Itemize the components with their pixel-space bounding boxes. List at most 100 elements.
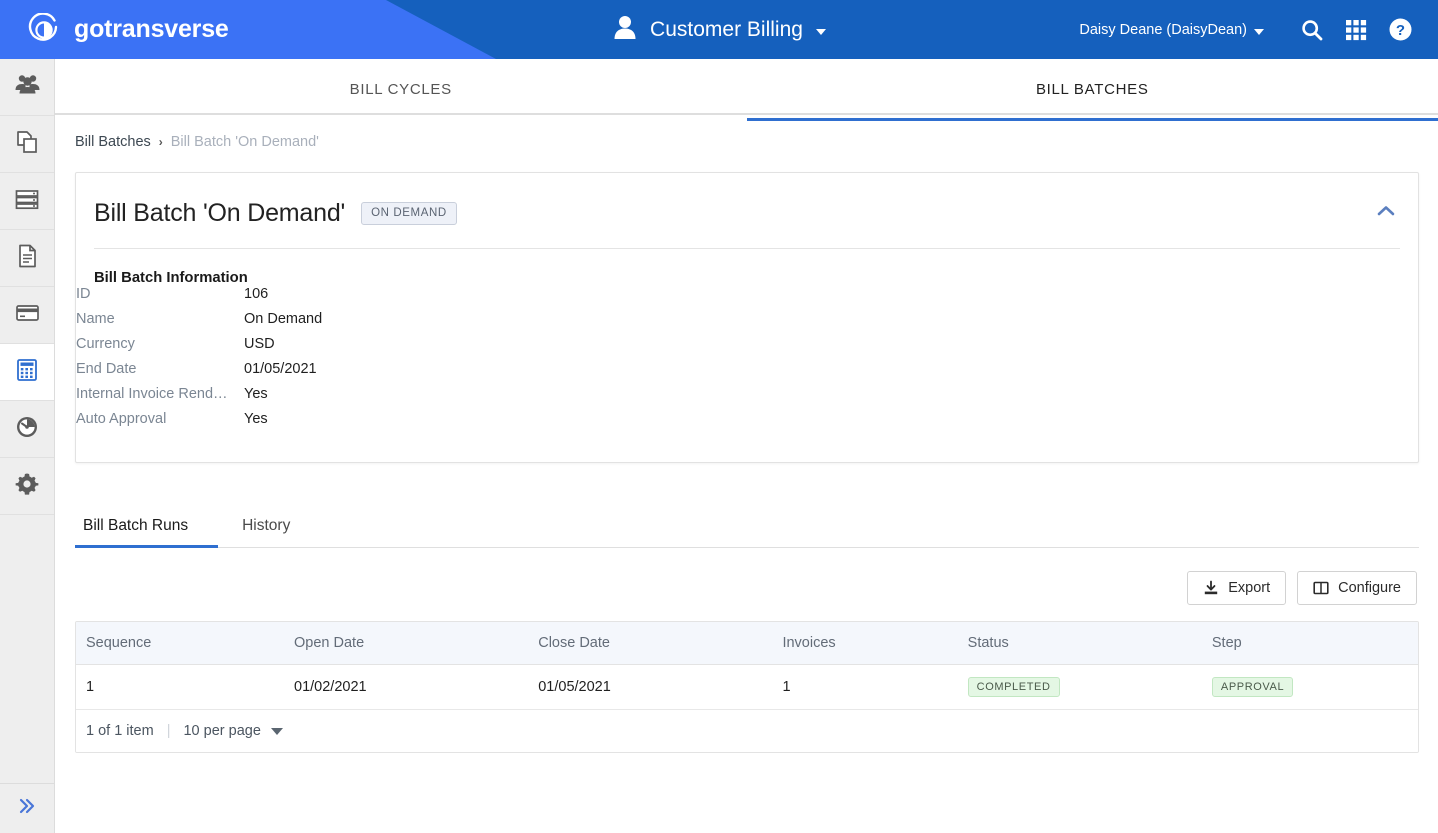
sidebar-expand-button[interactable]	[0, 783, 54, 833]
column-header-invoices[interactable]: Invoices	[772, 622, 958, 665]
column-header-close-date[interactable]: Close Date	[528, 622, 773, 665]
credit-card-icon	[14, 299, 41, 331]
bill-batch-information-fields: ID 106 Name On Demand Currency USD End D…	[76, 286, 322, 436]
pager-count-label: 1 of 1 item	[86, 723, 154, 739]
grid-apps-icon	[1344, 18, 1368, 42]
customer-billing-menu[interactable]: Customer Billing	[612, 13, 826, 46]
download-icon	[1203, 580, 1219, 596]
section-title-bill-batch-information: Bill Batch Information	[94, 270, 248, 286]
cell-close-date: 01/05/2021	[528, 664, 773, 710]
chevron-double-right-icon	[16, 795, 38, 822]
help-button[interactable]: ?	[1378, 8, 1422, 52]
column-header-step[interactable]: Step	[1201, 622, 1418, 665]
field-label-id: ID	[76, 286, 91, 302]
cell-open-date: 01/02/2021	[284, 664, 529, 710]
main-content: BILL CYCLES BILL BATCHES Bill Batches › …	[55, 59, 1438, 833]
field-row: ID 106	[76, 286, 322, 311]
configure-button-label: Configure	[1338, 580, 1401, 596]
sidebar-item-reports[interactable]	[0, 401, 54, 458]
cell-step: APPROVAL	[1201, 664, 1418, 710]
app-header: gotransverse Customer Billing Daisy Dean…	[0, 0, 1438, 59]
sidebar-item-accounts[interactable]	[0, 173, 54, 230]
field-row: Name On Demand	[76, 311, 322, 336]
search-icon	[1300, 18, 1324, 42]
svg-text:?: ?	[1395, 22, 1404, 39]
cell-status: COMPLETED	[957, 664, 1202, 710]
sidebar-item-settings[interactable]	[0, 458, 54, 515]
pager-divider: |	[166, 723, 171, 739]
copy-documents-icon	[14, 129, 40, 160]
users-group-icon	[14, 71, 41, 103]
breadcrumb-current: Bill Batch 'On Demand'	[170, 134, 319, 150]
page-size-label: 10 per page	[183, 723, 261, 739]
status-badge-completed: COMPLETED	[967, 677, 1060, 697]
field-label-currency: Currency	[76, 336, 135, 352]
page-size-select[interactable]: 10 per page	[183, 723, 283, 739]
field-value-internal-invoice-rendering: Yes	[244, 386, 268, 402]
tab-bill-batches[interactable]: BILL BATCHES	[746, 62, 1438, 121]
card-header: Bill Batch 'On Demand' ON DEMAND	[76, 173, 1418, 228]
field-value-end-date: 01/05/2021	[244, 361, 317, 377]
column-header-sequence[interactable]: Sequence	[76, 622, 284, 665]
grid-pager: 1 of 1 item | 10 per page	[76, 710, 1418, 752]
bill-batch-detail-card: Bill Batch 'On Demand' ON DEMAND Bill Ba…	[75, 172, 1419, 463]
field-row: Auto Approval Yes	[76, 411, 322, 436]
help-circle-icon: ?	[1388, 17, 1413, 42]
step-badge-approval: APPROVAL	[1211, 677, 1294, 697]
tab-bill-batch-runs[interactable]: Bill Batch Runs	[75, 507, 219, 548]
columns-layout-icon	[1313, 580, 1329, 596]
circle-swirl-logo-icon	[27, 12, 61, 47]
gear-settings-icon	[14, 471, 40, 502]
field-label-internal-invoice-rendering: Internal Invoice Rend…	[76, 386, 228, 402]
export-button-label: Export	[1228, 580, 1271, 596]
field-row: End Date 01/05/2021	[76, 361, 322, 386]
sidebar-item-billing[interactable]	[0, 344, 54, 401]
brand-name: gotransverse	[74, 15, 229, 43]
sidebar-item-payments[interactable]	[0, 287, 54, 344]
page-title: Bill Batch 'On Demand'	[94, 199, 346, 227]
field-value-id: 106	[244, 286, 269, 302]
sidebar-item-invoices[interactable]	[0, 230, 54, 287]
tab-history[interactable]: History	[218, 507, 314, 547]
runs-table: Sequence Open Date Close Date Invoices S…	[76, 622, 1418, 710]
field-value-currency: USD	[244, 336, 275, 352]
card-collapse-button[interactable]	[1372, 199, 1400, 227]
sidebar-item-products[interactable]	[0, 116, 54, 173]
tab-bill-cycles[interactable]: BILL CYCLES	[55, 62, 747, 116]
status-badge-on-demand: ON DEMAND	[361, 202, 457, 225]
table-header-row: Sequence Open Date Close Date Invoices S…	[76, 622, 1418, 665]
grid-toolbar: Export Configure	[55, 571, 1417, 605]
table-row[interactable]: 1 01/02/2021 01/05/2021 1 COMPLETED APPR…	[76, 664, 1418, 710]
gauge-dashboard-icon	[14, 414, 40, 445]
configure-button[interactable]: Configure	[1297, 571, 1417, 605]
bill-batch-runs-grid: Sequence Open Date Close Date Invoices S…	[75, 621, 1419, 753]
field-row: Internal Invoice Rend… Yes	[76, 386, 322, 411]
apps-button[interactable]	[1334, 8, 1378, 52]
column-header-status[interactable]: Status	[957, 622, 1202, 665]
user-menu-label: Daisy Deane (DaisyDean)	[1079, 21, 1247, 38]
field-label-auto-approval: Auto Approval	[76, 411, 167, 427]
sidebar-spacer	[0, 515, 54, 783]
cell-invoices: 1	[772, 664, 958, 710]
chevron-up-icon	[1376, 204, 1396, 223]
field-label-end-date: End Date	[76, 361, 137, 377]
server-rack-icon	[14, 186, 40, 217]
cell-sequence: 1	[76, 664, 284, 710]
sub-tab-bar: Bill Batch Runs History	[75, 507, 1419, 548]
field-value-name: On Demand	[244, 311, 323, 327]
breadcrumb-separator-icon: ›	[158, 135, 163, 149]
search-button[interactable]	[1290, 8, 1334, 52]
column-header-open-date[interactable]: Open Date	[284, 622, 529, 665]
export-button[interactable]: Export	[1187, 571, 1287, 605]
field-value-auto-approval: Yes	[244, 411, 268, 427]
person-icon	[612, 13, 638, 46]
chevron-down-icon	[1254, 29, 1264, 35]
chevron-down-icon	[270, 727, 283, 735]
document-file-icon	[14, 243, 40, 274]
sidebar-item-customers[interactable]	[0, 59, 54, 116]
brand-logo-link[interactable]: gotransverse	[27, 12, 229, 47]
breadcrumb-root-link[interactable]: Bill Batches	[75, 134, 151, 150]
user-menu[interactable]: Daisy Deane (DaisyDean)	[1079, 22, 1264, 38]
header-right-actions: Daisy Deane (DaisyDean) ?	[1079, 0, 1438, 59]
header-title: Customer Billing	[650, 17, 803, 41]
